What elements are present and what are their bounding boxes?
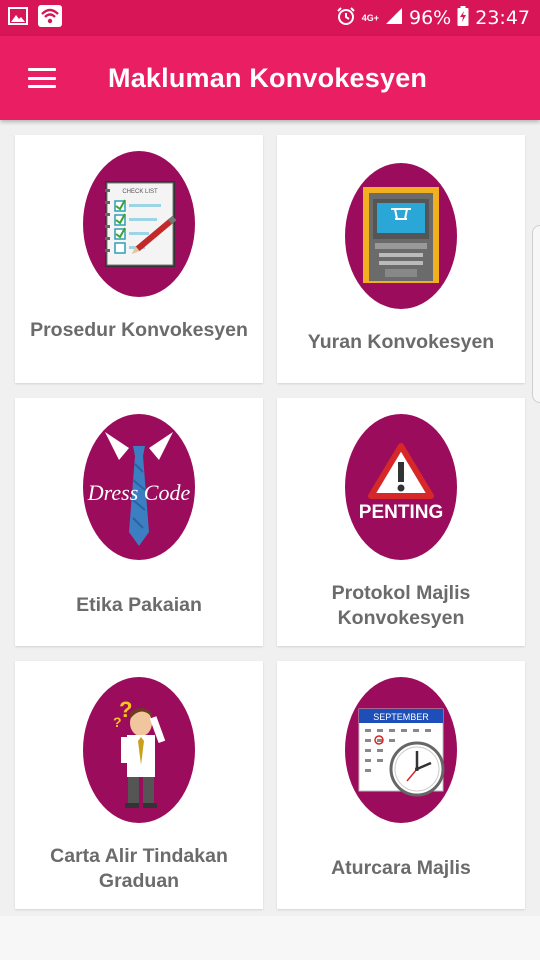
dress-code-art-text: Dress Code (87, 480, 191, 505)
alarm-icon (336, 6, 356, 31)
card-etika-pakaian[interactable]: Dress Code Etika Pakaian (15, 398, 263, 646)
wifi-hotspot-icon (38, 4, 62, 32)
card-label: Yuran Konvokesyen (307, 331, 495, 353)
card-prosedur-konvokesyen[interactable]: CHECK LIST Prosedur Konvokesyen (15, 135, 263, 383)
status-bar: 4G+ 96% 23:47 (0, 0, 540, 36)
confused-person-icon: ? ? (83, 677, 195, 823)
card-carta-alir-tindakan-graduan[interactable]: ? ? Carta Alir Tindakan Graduan (15, 661, 263, 909)
battery-charging-icon (457, 5, 469, 31)
menu-grid: CHECK LIST Prosedur Konvokesyen Yuran Ko… (0, 120, 540, 916)
dress-code-icon: Dress Code (83, 414, 195, 560)
menu-button[interactable] (0, 36, 84, 120)
card-label: Aturcara Majlis (331, 857, 471, 879)
clock-time: 23:47 (475, 7, 530, 29)
gallery-notification-icon (8, 6, 28, 30)
card-aturcara-majlis[interactable]: SEPTEMBER Aturcara Majlis (277, 661, 525, 909)
card-label: Carta Alir Tindakan Graduan (50, 845, 228, 892)
checklist-art-title: CHECK LIST (122, 189, 158, 195)
warning-penting-icon: PENTING (345, 414, 457, 560)
card-yuran-konvokesyen[interactable]: Yuran Konvokesyen (277, 135, 525, 383)
card-protokol-majlis-konvokesyen[interactable]: PENTING Protokol Majlis Konvokesyen (277, 398, 525, 646)
card-label: Prosedur Konvokesyen (30, 319, 248, 341)
svg-text:?: ? (113, 714, 122, 730)
page-title: Makluman Konvokesyen (108, 62, 428, 93)
bottom-strip (0, 916, 540, 960)
penting-art-text: PENTING (359, 502, 443, 523)
calendar-month-text: SEPTEMBER (373, 712, 429, 722)
calendar-clock-icon: SEPTEMBER (345, 677, 457, 823)
hamburger-menu-icon (28, 68, 56, 88)
card-label: Protokol Majlis Konvokesyen (331, 582, 471, 629)
network-type-label: 4G+ (361, 12, 379, 23)
app-bar: Makluman Konvokesyen (0, 36, 540, 120)
battery-percent: 96% (409, 7, 452, 29)
checklist-icon: CHECK LIST (83, 151, 195, 297)
atm-machine-icon (345, 163, 457, 309)
edge-panel-handle[interactable] (532, 225, 540, 403)
card-label: Etika Pakaian (76, 594, 202, 616)
signal-icon (385, 7, 403, 30)
